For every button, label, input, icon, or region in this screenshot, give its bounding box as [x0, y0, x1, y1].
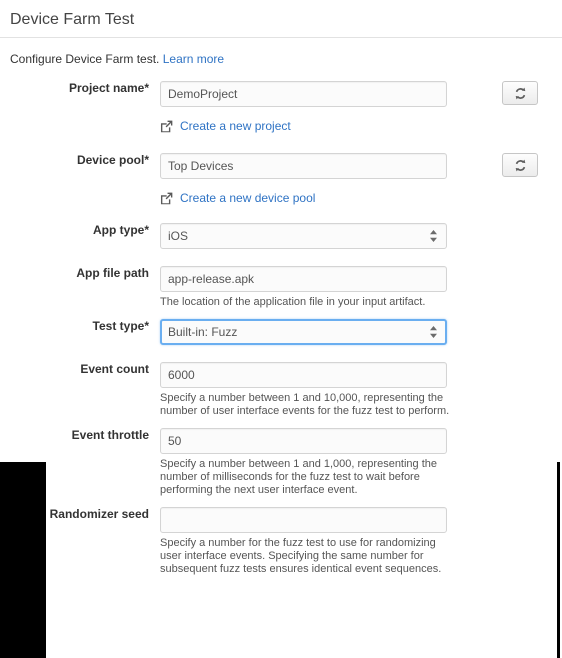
event-count-input[interactable] [160, 362, 447, 388]
refresh-icon [515, 87, 525, 99]
form-row-randomizer-seed-help: Specify a number for the fuzz test to us… [0, 537, 562, 576]
form-row-app-file-path: App file path [0, 266, 562, 292]
form-row-event-count: Event count [0, 362, 562, 388]
form-row-randomizer-seed: Randomizer seed [0, 507, 562, 533]
project-name-label: Project name* [68, 81, 149, 95]
left-occlusion-block [0, 462, 46, 658]
right-occlusion-line [557, 462, 560, 658]
app-file-path-help-text: The location of the application file in … [160, 296, 426, 308]
form-row-create-project-link: Create a new project [0, 118, 562, 134]
project-name-input[interactable] [160, 81, 447, 107]
event-count-help-text: Specify a number between 1 and 10,000, r… [160, 392, 450, 417]
refresh-icon [515, 159, 525, 171]
external-link-icon [160, 192, 173, 204]
app-type-select-value: iOS [160, 223, 447, 249]
form-row-create-device-pool-link: Create a new device pool [0, 190, 562, 206]
randomizer-seed-input[interactable] [160, 507, 447, 533]
form-row-device-pool: Device pool* [0, 153, 562, 179]
form-row-project-name: Project name* [0, 81, 562, 107]
form-row-event-throttle: Event throttle [0, 428, 562, 454]
form-row-app-type: App type* iOS [0, 223, 562, 249]
refresh-projects-button[interactable] [502, 81, 538, 105]
form-row-event-throttle-help: Specify a number between 1 and 1,000, re… [0, 458, 562, 497]
event-throttle-label: Event throttle [71, 428, 149, 442]
test-type-select[interactable]: Built-in: Fuzz [160, 319, 447, 345]
app-type-select[interactable]: iOS [160, 223, 447, 249]
page-subtitle: Configure Device Farm test. Learn more [0, 38, 562, 67]
app-type-label: App type* [92, 223, 149, 237]
learn-more-link[interactable]: Learn more [163, 52, 224, 66]
page-title: Device Farm Test [10, 11, 135, 28]
create-device-pool-link[interactable]: Create a new device pool [180, 190, 315, 206]
form-row-test-type: Test type* Built-in: Fuzz [0, 319, 562, 345]
device-pool-input[interactable] [160, 153, 447, 179]
form-row-app-file-path-help: The location of the application file in … [0, 296, 562, 309]
event-throttle-input[interactable] [160, 428, 447, 454]
external-link-icon [160, 120, 173, 132]
randomizer-seed-help-text: Specify a number for the fuzz test to us… [160, 537, 442, 575]
create-project-link[interactable]: Create a new project [180, 118, 291, 134]
test-type-label: Test type* [92, 319, 149, 333]
form-row-event-count-help: Specify a number between 1 and 10,000, r… [0, 392, 562, 418]
device-pool-label: Device pool* [76, 153, 149, 167]
create-project-row: Create a new project [160, 118, 458, 134]
app-file-path-label: App file path [76, 266, 149, 280]
subtitle-text: Configure Device Farm test. [10, 52, 160, 66]
event-throttle-help-text: Specify a number between 1 and 1,000, re… [160, 458, 438, 496]
app-file-path-input[interactable] [160, 266, 447, 292]
device-farm-test-form: Project name* Create a [0, 81, 562, 576]
event-count-label: Event count [80, 362, 149, 376]
refresh-device-pools-button[interactable] [502, 153, 538, 177]
test-type-select-value: Built-in: Fuzz [160, 319, 447, 345]
create-device-pool-row: Create a new device pool [160, 190, 458, 206]
page-header: Device Farm Test [0, 0, 562, 38]
